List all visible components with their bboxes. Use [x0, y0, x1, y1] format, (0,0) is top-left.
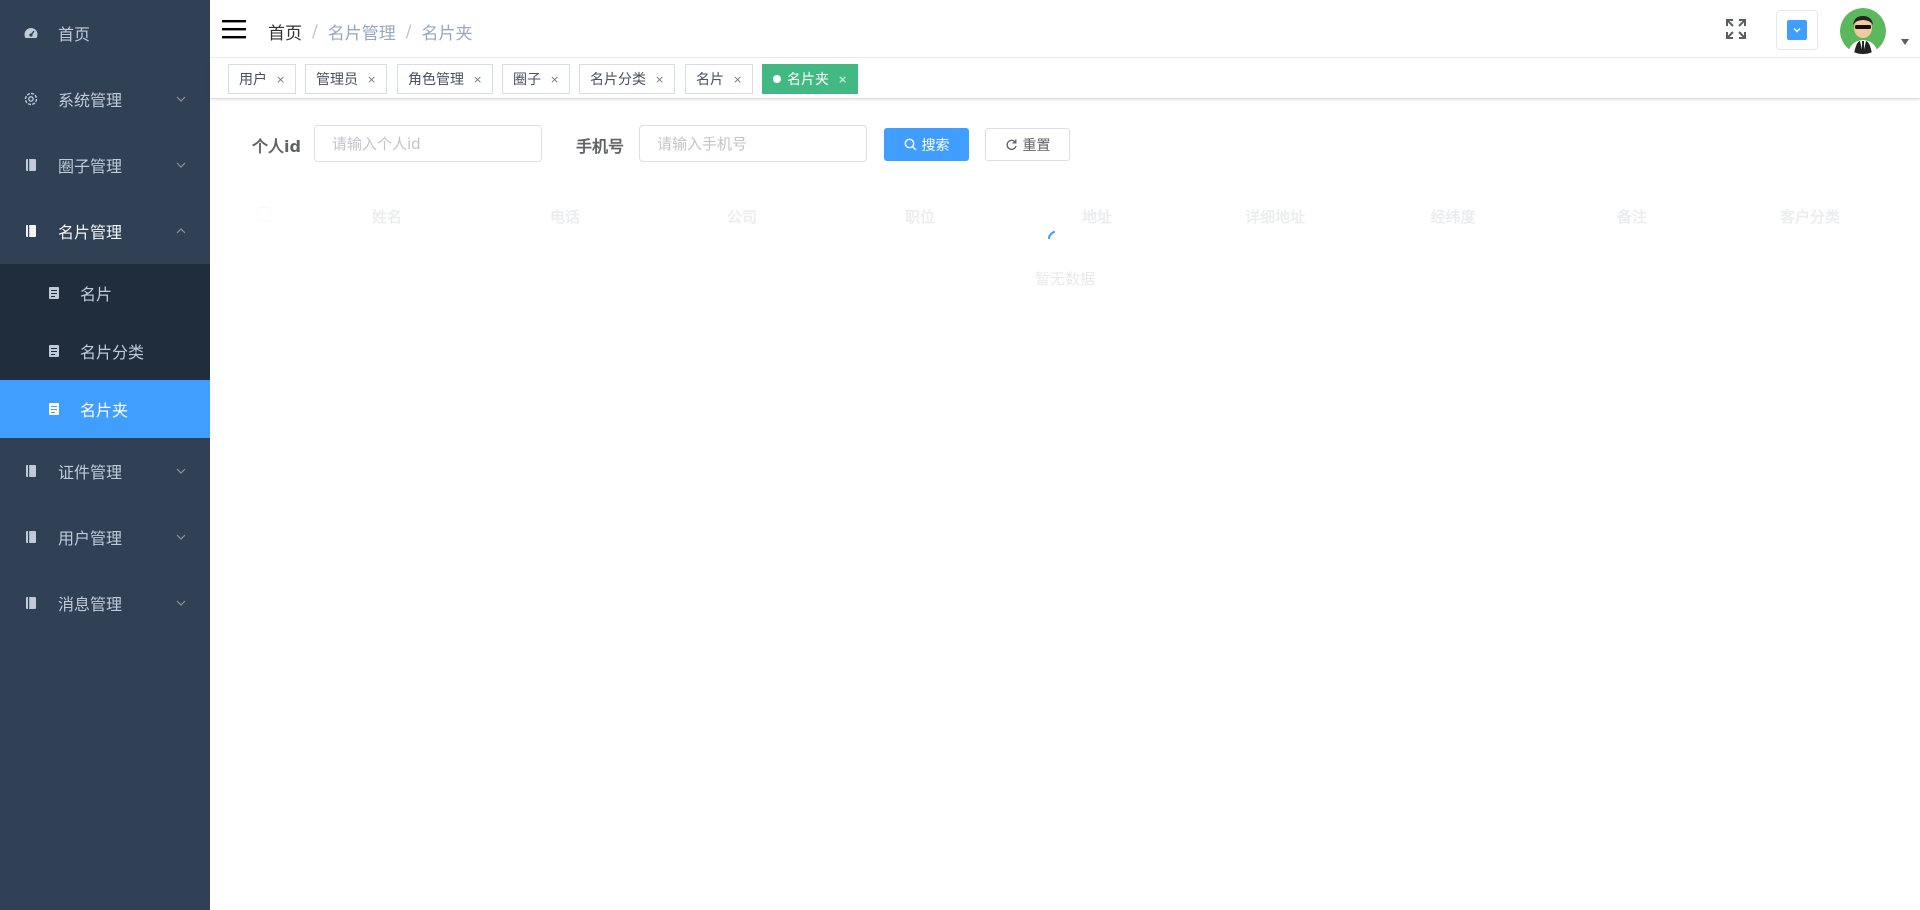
- close-icon[interactable]: ×: [550, 73, 559, 86]
- breadcrumb-item-card-holder: 名片夹: [421, 24, 473, 44]
- column-header: 姓名: [371, 208, 402, 226]
- search-button-label: 搜索: [921, 137, 950, 154]
- size-select-button[interactable]: [1776, 10, 1818, 50]
- gear-icon: [22, 90, 40, 108]
- loading-spinner-icon: [1047, 230, 1056, 240]
- sidebar: 首页 系统管理 圈子管理 名片管理 名片 名片分类 名片夹 证件管理 用户管理 …: [0, 0, 210, 910]
- card-icon: [46, 343, 62, 359]
- chevron-down-icon: [176, 162, 186, 168]
- search-button[interactable]: 搜索: [884, 128, 969, 161]
- chevron-down-icon: [176, 600, 186, 606]
- book-icon: [22, 222, 40, 240]
- tag-card-holder[interactable]: 名片夹 ×: [762, 64, 859, 94]
- sidebar-item-label: 消息管理: [58, 595, 123, 614]
- tag-card-category[interactable]: 名片分类 ×: [579, 64, 676, 94]
- book-icon: [22, 528, 40, 546]
- app-root: 首页 系统管理 圈子管理 名片管理 名片 名片分类 名片夹 证件管理 用户管理 …: [0, 0, 1920, 910]
- phone-label: 手机号: [576, 137, 625, 156]
- search-icon: [904, 138, 916, 151]
- caret-down-icon[interactable]: [1900, 38, 1910, 46]
- close-icon[interactable]: ×: [655, 73, 664, 86]
- book-icon: [22, 462, 40, 480]
- column-header: 备注: [1616, 208, 1647, 226]
- sidebar-item-label: 名片管理: [58, 223, 123, 242]
- column-header: 地址: [1081, 208, 1112, 226]
- select-all-checkbox[interactable]: [257, 207, 271, 221]
- card-icon: [46, 401, 62, 417]
- breadcrumb-separator: /: [405, 21, 412, 42]
- sidebar-item-card-category[interactable]: 名片分类: [0, 322, 210, 380]
- reset-button[interactable]: 重置: [985, 128, 1070, 161]
- avatar[interactable]: [1840, 8, 1886, 54]
- tag-admin[interactable]: 管理员 ×: [305, 64, 388, 94]
- tag-card[interactable]: 名片 ×: [685, 64, 754, 94]
- fullscreen-icon[interactable]: [1725, 18, 1747, 40]
- breadcrumb-separator: /: [312, 21, 318, 42]
- sidebar-item-card[interactable]: 名片: [0, 264, 210, 322]
- sidebar-item-label: 名片夹: [80, 401, 129, 420]
- column-header: 电话: [549, 208, 580, 226]
- breadcrumb-item-home[interactable]: 首页: [268, 19, 302, 44]
- close-icon[interactable]: ×: [473, 73, 482, 86]
- tag-label: 名片: [696, 72, 724, 88]
- sidebar-item-label: 名片: [80, 285, 113, 304]
- close-icon[interactable]: ×: [838, 73, 847, 86]
- book-icon: [22, 156, 40, 174]
- sidebar-item-label: 名片分类: [80, 343, 145, 362]
- tag-label: 用户: [239, 72, 267, 88]
- sidebar-item-label: 系统管理: [58, 91, 123, 110]
- refresh-icon: [1006, 139, 1017, 150]
- personal-id-input[interactable]: [314, 125, 542, 162]
- navbar: 首页 / 名片管理 / 名片夹: [210, 0, 1920, 58]
- breadcrumb-item-card-management: 名片管理: [327, 24, 396, 44]
- column-header: 详细地址: [1244, 208, 1305, 226]
- sidebar-item-label: 首页: [58, 25, 91, 44]
- empty-text: 暂无数据: [1035, 270, 1096, 288]
- card-icon: [46, 285, 62, 301]
- sidebar-item-users[interactable]: 用户管理: [0, 504, 210, 570]
- sidebar-item-home[interactable]: 首页: [0, 0, 210, 66]
- hamburger-icon[interactable]: [222, 18, 246, 40]
- chevron-down-icon: [176, 96, 186, 102]
- sidebar-item-label: 圈子管理: [58, 157, 123, 176]
- column-header: 客户分类: [1779, 208, 1840, 226]
- column-header: 公司: [726, 208, 757, 226]
- sidebar-item-label: 证件管理: [58, 463, 123, 482]
- tag-circle[interactable]: 圈子 ×: [502, 64, 571, 94]
- sidebar-item-label: 用户管理: [58, 529, 123, 548]
- submenu-card-management: 名片 名片分类 名片夹: [0, 264, 210, 438]
- chevron-down-icon: [176, 534, 186, 540]
- dashboard-icon: [22, 24, 40, 42]
- chevron-down-icon: [1787, 20, 1807, 40]
- tag-label: 名片夹: [787, 72, 829, 88]
- close-icon[interactable]: ×: [367, 73, 376, 86]
- reset-button-label: 重置: [1022, 137, 1051, 154]
- sidebar-item-certificate[interactable]: 证件管理: [0, 438, 210, 504]
- sidebar-item-messages[interactable]: 消息管理: [0, 570, 210, 636]
- column-header: 经纬度: [1430, 208, 1476, 226]
- tag-label: 名片分类: [590, 72, 646, 88]
- sidebar-item-card-holder[interactable]: 名片夹: [0, 380, 210, 438]
- tag-role-management[interactable]: 角色管理 ×: [397, 64, 494, 94]
- personal-id-label: 个人id: [252, 137, 301, 156]
- tag-label: 圈子: [513, 72, 541, 88]
- tag-label: 角色管理: [408, 72, 464, 88]
- phone-input[interactable]: [639, 125, 867, 162]
- chevron-up-icon: [176, 228, 186, 234]
- close-icon[interactable]: ×: [733, 73, 742, 86]
- tags-view: 用户 × 管理员 × 角色管理 × 圈子 × 名片分类 × 名片 × 名片夹 ×: [210, 58, 1920, 99]
- tag-label: 管理员: [316, 72, 358, 88]
- chevron-down-icon: [176, 468, 186, 474]
- sidebar-item-circle[interactable]: 圈子管理: [0, 132, 210, 198]
- column-header: 职位: [904, 208, 935, 226]
- active-dot-icon: [773, 75, 781, 83]
- breadcrumb: 首页 / 名片管理 / 名片夹: [268, 19, 473, 45]
- book-icon: [22, 594, 40, 612]
- sidebar-item-card-management[interactable]: 名片管理: [0, 198, 210, 264]
- sidebar-item-system[interactable]: 系统管理: [0, 66, 210, 132]
- close-icon[interactable]: ×: [276, 73, 285, 86]
- tag-user[interactable]: 用户 ×: [228, 64, 297, 94]
